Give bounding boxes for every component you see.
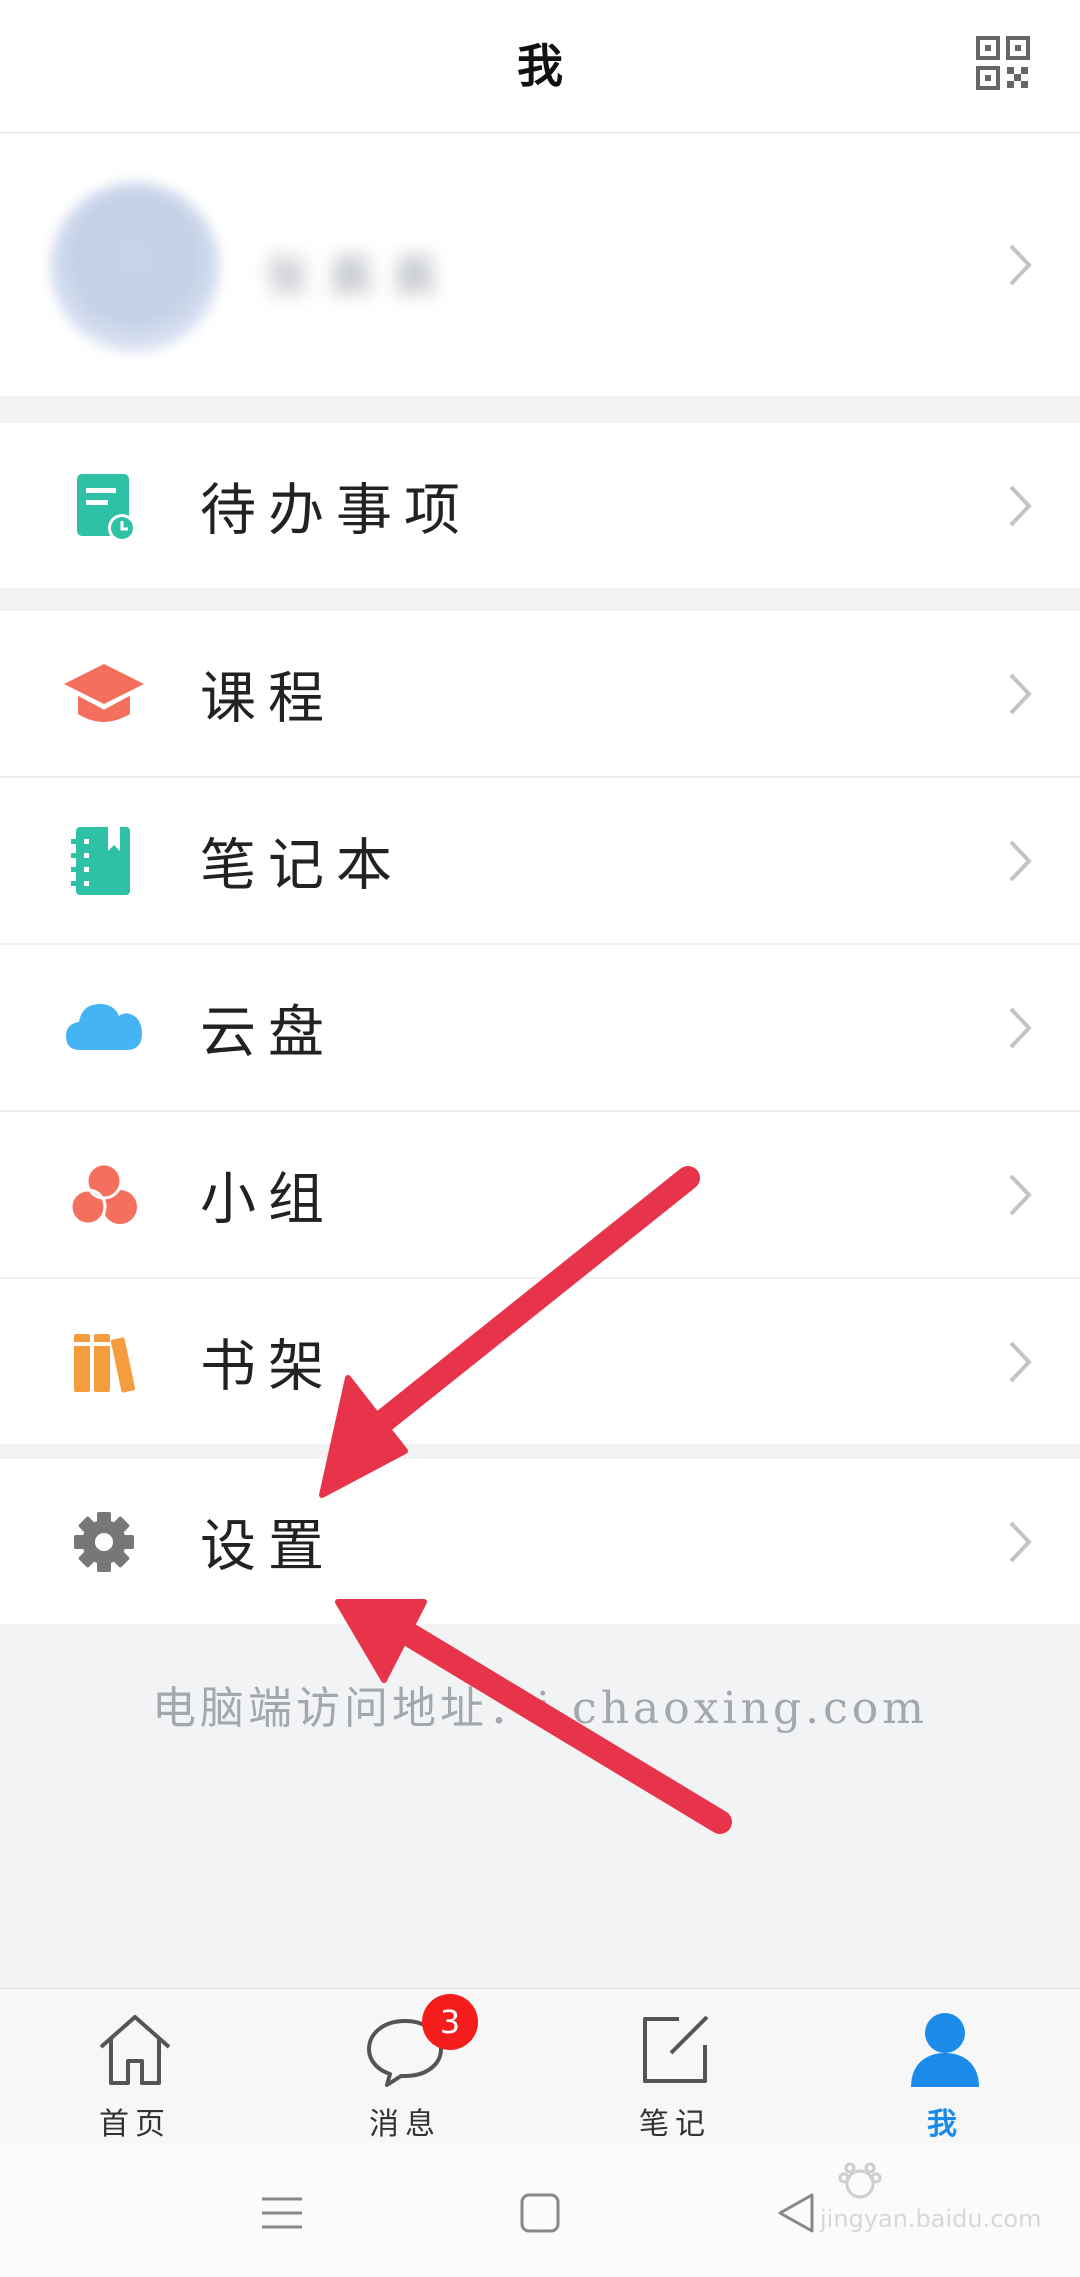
- tab-label: 首页: [99, 2107, 171, 2142]
- baidu-logo: [838, 2162, 882, 2199]
- chevron-right-icon: [1009, 1341, 1032, 1382]
- chevron-right-icon: [1009, 244, 1032, 286]
- bookshelf-icon: [74, 1333, 136, 1392]
- qr-code-icon[interactable]: [976, 36, 1030, 90]
- menu-item-label: 小组: [200, 1167, 336, 1232]
- todo-icon: [77, 473, 136, 542]
- menu-item-notebook[interactable]: 笔记本: [0, 778, 1080, 943]
- edit-note-icon: [643, 2015, 709, 2083]
- chevron-right-icon: [1009, 1007, 1032, 1048]
- baidu-watermark: jingyan.baidu.com: [820, 2160, 1041, 2255]
- desktop-url-note: 电脑端访问地址：i.chaoxing.com: [152, 1683, 928, 1734]
- profile-card[interactable]: 张晨晨: [0, 134, 1080, 396]
- chevron-right-icon: [1009, 673, 1032, 714]
- menu-icon[interactable]: [252, 2183, 312, 2243]
- profile-name: 张晨晨: [265, 251, 457, 302]
- group-icon: [69, 1162, 137, 1225]
- chevron-right-icon: [1009, 485, 1032, 526]
- menu-item-label: 课程: [200, 666, 336, 731]
- cloud-icon: [66, 1003, 142, 1050]
- chevron-right-icon: [1009, 1174, 1032, 1215]
- top-header: 我: [0, 0, 1080, 133]
- gear-icon: [74, 1511, 134, 1572]
- tab-label: 笔记: [639, 2107, 711, 2142]
- page-title: 我: [517, 39, 563, 93]
- home-square-icon[interactable]: [510, 2183, 570, 2243]
- tab-home[interactable]: 首页: [0, 1989, 270, 2144]
- back-triangle-icon[interactable]: [768, 2183, 828, 2243]
- tab-messages[interactable]: 3 消息: [270, 1989, 540, 2144]
- menu-item-group[interactable]: 小组: [0, 1112, 1080, 1277]
- menu-item-bookshelf[interactable]: 书架: [0, 1279, 1080, 1444]
- avatar: [50, 182, 220, 352]
- user-icon: [911, 2013, 979, 2087]
- graduation-cap-icon: [64, 663, 144, 722]
- tab-me[interactable]: 我: [810, 1989, 1080, 2144]
- menu-item-settings[interactable]: 设置: [0, 1459, 1080, 1624]
- menu-item-label: 书架: [200, 1334, 336, 1399]
- menu-item-label: 笔记本: [200, 833, 404, 898]
- menu-item-todo[interactable]: 待办事项: [0, 423, 1080, 588]
- chevron-right-icon: [1009, 1521, 1032, 1562]
- menu-item-label: 设置: [200, 1514, 336, 1579]
- home-icon: [99, 2015, 171, 2085]
- menu-item-label: 待办事项: [200, 478, 472, 543]
- tab-notes[interactable]: 笔记: [540, 1989, 810, 2144]
- tab-label: 消息: [369, 2107, 441, 2142]
- menu-item-course[interactable]: 课程: [0, 611, 1080, 776]
- notebook-icon: [71, 826, 130, 895]
- watermark-text: jingyan.baidu.com: [820, 2205, 1042, 2233]
- menu-item-cloud[interactable]: 云盘: [0, 945, 1080, 1110]
- tab-label: 我: [927, 2107, 963, 2142]
- menu-item-label: 云盘: [200, 1000, 336, 1065]
- chevron-right-icon: [1009, 840, 1032, 881]
- bottom-tab-bar: 首页 3 消息 笔记 我: [0, 1988, 1080, 2143]
- unread-badge: 3: [422, 1994, 478, 2050]
